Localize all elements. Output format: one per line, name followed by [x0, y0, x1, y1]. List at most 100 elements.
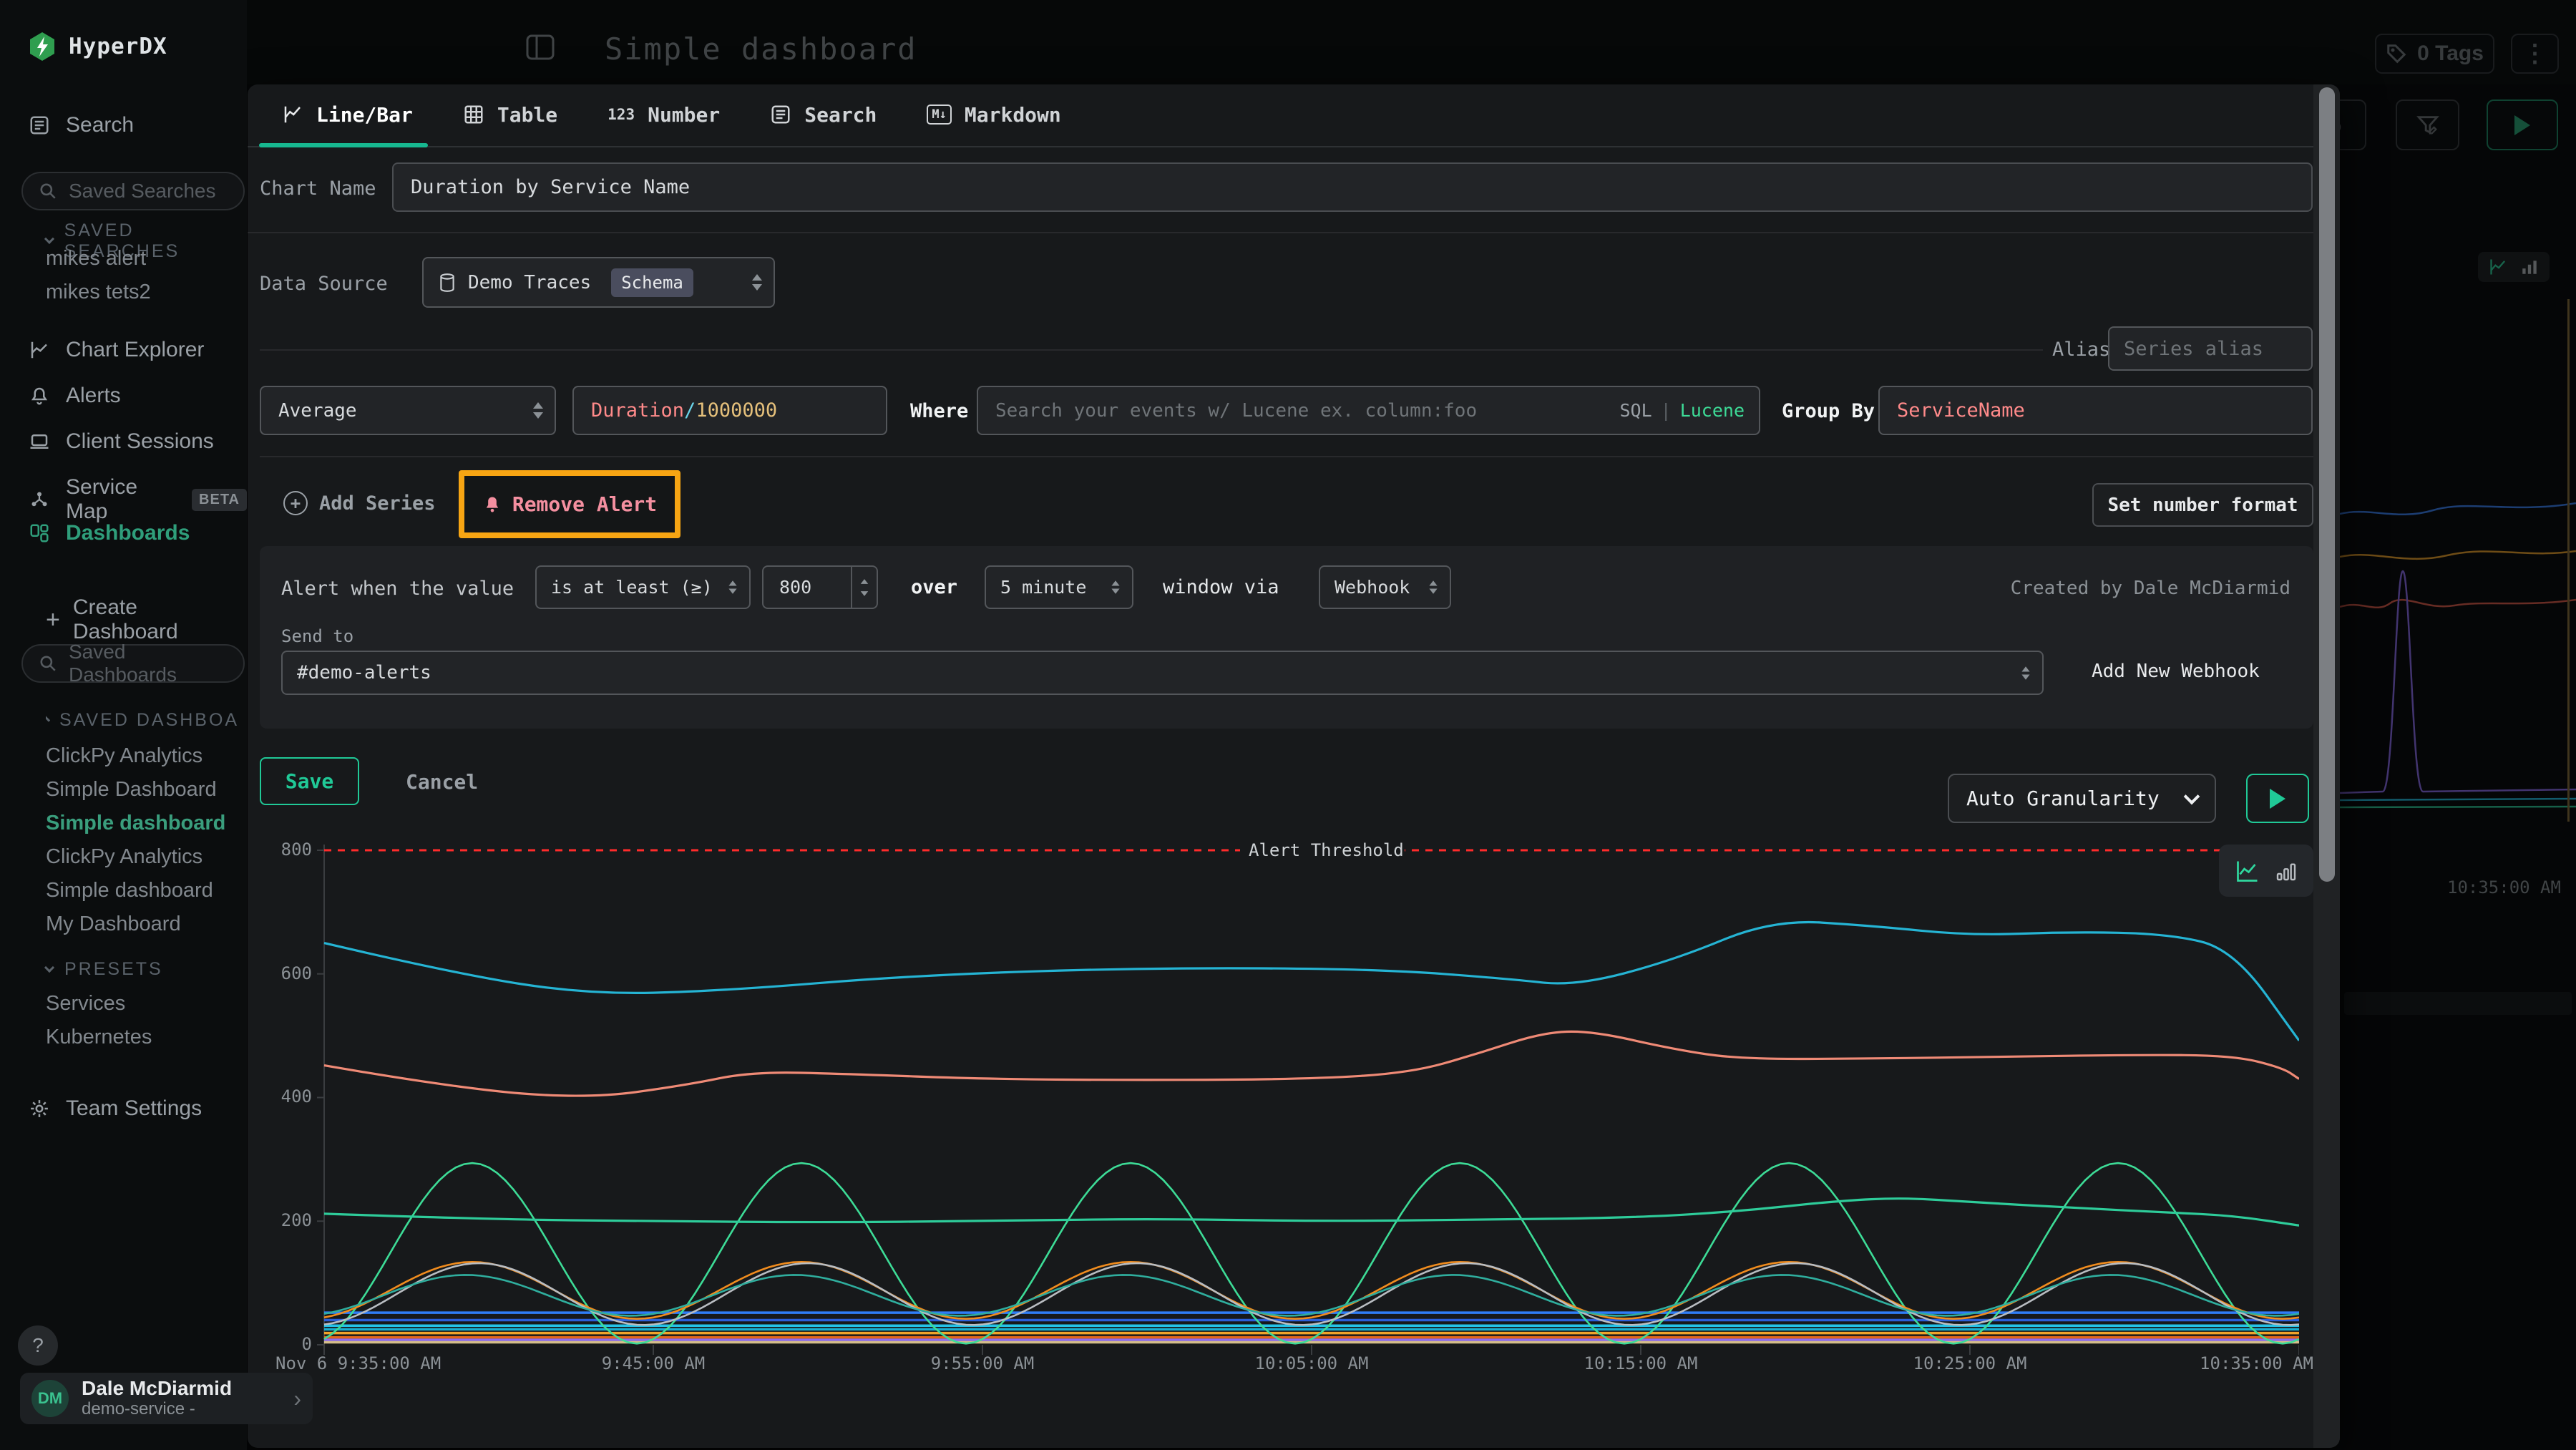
search-icon: [39, 654, 57, 673]
gear-icon: [29, 1098, 50, 1119]
background-chart-type-toggle[interactable]: [2478, 252, 2550, 282]
cancel-button[interactable]: Cancel: [406, 770, 478, 794]
help-button[interactable]: ?: [18, 1325, 58, 1366]
user-menu[interactable]: DM Dale McDiarmid demo-service - ›: [20, 1373, 313, 1424]
dashboard-item-active[interactable]: Simple dashboard: [46, 812, 225, 835]
aggregation-value: Average: [278, 400, 357, 422]
number-spinner[interactable]: [851, 567, 877, 608]
sidebar-item-dashboards[interactable]: Dashboards: [29, 521, 190, 545]
line-chart-icon: [282, 104, 303, 125]
dashboard-item[interactable]: ClickPy Analytics: [46, 744, 203, 768]
question-mark-icon: ?: [32, 1334, 44, 1357]
bell-icon: [482, 495, 502, 515]
laptop-icon: [29, 431, 50, 452]
send-to-value: #demo-alerts: [297, 662, 431, 683]
sidebar-item-search[interactable]: Search: [29, 113, 134, 137]
granularity-select[interactable]: Auto Granularity: [1948, 774, 2216, 823]
search-list-icon: [770, 104, 791, 125]
y-axis-tick: 400: [269, 1086, 312, 1106]
preset-item[interactable]: Services: [46, 992, 125, 1016]
tags-button[interactable]: 0 Tags: [2375, 34, 2494, 74]
bar-chart-icon: [2275, 860, 2298, 882]
tab-markdown[interactable]: M↓ Markdown: [927, 103, 1060, 127]
data-source-select[interactable]: Demo Traces Schema: [422, 257, 775, 308]
kebab-icon: ⋮: [2523, 39, 2547, 68]
run-chart-button[interactable]: [2246, 774, 2309, 823]
modal-scrollbar-track[interactable]: [2313, 84, 2340, 1448]
kebab-menu-button[interactable]: ⋮: [2511, 34, 2559, 74]
timeseries-chart[interactable]: Alert Threshold: [316, 837, 2299, 1357]
add-series-button[interactable]: + Add Series: [283, 491, 436, 515]
where-search-input[interactable]: SQL | Lucene: [977, 386, 1760, 435]
send-to-select[interactable]: #demo-alerts: [281, 651, 2044, 695]
x-axis-tick: 10:25:00 AM: [1891, 1353, 2049, 1373]
alert-channel-select[interactable]: Webhook: [1319, 565, 1451, 609]
dashboard-item[interactable]: ClickPy Analytics: [46, 845, 203, 869]
brand-logo[interactable]: HyperDX: [29, 31, 167, 62]
select-chevrons-icon: [752, 274, 762, 291]
dashboard-item[interactable]: Simple dashboard: [46, 879, 213, 902]
background-chart-line: [2567, 299, 2570, 822]
saved-dashboards-header[interactable]: SAVED DASHBOARDS: [46, 710, 238, 731]
sidebar-item-service-map[interactable]: Service Map BETA: [29, 475, 247, 524]
hyperdx-logo-icon: [29, 31, 56, 62]
sidebar: HyperDX Search Saved Searches SAVED SEAR…: [0, 0, 247, 1450]
search-icon: [39, 182, 57, 200]
sidebar-item-chart-explorer[interactable]: Chart Explorer: [29, 338, 204, 362]
save-button[interactable]: Save: [260, 757, 359, 805]
saved-search-item[interactable]: mikes tets2: [46, 281, 151, 304]
dashboard-item[interactable]: My Dashboard: [46, 913, 181, 936]
tab-search[interactable]: Search: [770, 103, 877, 127]
sidebar-collapse-icon[interactable]: [525, 33, 556, 62]
brand-name: HyperDX: [69, 34, 167, 59]
alias-input[interactable]: [2108, 326, 2313, 371]
sql-toggle[interactable]: SQL: [1619, 400, 1652, 421]
sidebar-item-alerts[interactable]: Alerts: [29, 384, 121, 408]
svg-text:Alert Threshold: Alert Threshold: [1249, 840, 1404, 860]
tab-number[interactable]: 123 Number: [608, 103, 720, 127]
sidebar-item-client-sessions[interactable]: Client Sessions: [29, 429, 214, 454]
alert-prefix-label: Alert when the value: [281, 578, 514, 600]
page-title: Simple dashboard: [605, 31, 917, 67]
line-chart-icon: [2235, 858, 2260, 884]
tab-line-bar[interactable]: Line/Bar: [282, 103, 413, 127]
saved-search-item[interactable]: mikes alert: [46, 247, 146, 271]
dashboard-item[interactable]: Simple Dashboard: [46, 778, 217, 802]
chart-type-tabs: Line/Bar Table 123 Number Search M↓ Mark…: [282, 94, 1061, 135]
create-dashboard-button[interactable]: + Create Dashboard: [46, 595, 247, 644]
number-123-icon: 123: [608, 106, 635, 123]
tabs-divider: [248, 146, 2313, 147]
field-expression-input[interactable]: Duration/1000000: [572, 386, 887, 435]
chart-display-toggle[interactable]: [2219, 845, 2313, 897]
select-chevrons-icon: [1429, 580, 1437, 593]
top-bar: Simple dashboard 0 Tags ⋮ ↻: [247, 0, 2576, 84]
select-chevrons-icon: [1111, 580, 1119, 593]
presets-header[interactable]: PRESETS: [46, 959, 163, 980]
alert-window-select[interactable]: 5 minute: [985, 565, 1133, 609]
alias-divider: [260, 349, 2043, 351]
chart-name-input[interactable]: [392, 162, 2313, 212]
group-by-label: Group By: [1782, 400, 1875, 422]
dashboards-icon: [29, 522, 50, 544]
select-chevrons-icon: [728, 580, 736, 593]
alert-threshold-input[interactable]: 800: [762, 565, 878, 609]
modal-scrollbar-thumb[interactable]: [2319, 87, 2335, 882]
preset-item[interactable]: Kubernetes: [46, 1026, 152, 1049]
user-name: Dale McDiarmid: [82, 1378, 232, 1399]
sidebar-item-team-settings[interactable]: Team Settings: [29, 1096, 202, 1121]
saved-dashboards-input[interactable]: Saved Dashboards: [21, 644, 245, 683]
avatar: DM: [31, 1380, 69, 1417]
set-number-format-button[interactable]: Set number format: [2092, 483, 2313, 527]
saved-searches-input[interactable]: Saved Searches: [21, 172, 245, 210]
schema-badge[interactable]: Schema: [611, 268, 693, 297]
remove-alert-button[interactable]: Remove Alert: [512, 492, 657, 516]
tab-table[interactable]: Table: [463, 103, 557, 127]
lucene-toggle[interactable]: Lucene: [1680, 400, 1745, 421]
group-by-input[interactable]: ServiceName: [1878, 386, 2313, 435]
add-new-webhook-button[interactable]: Add New Webhook: [2092, 661, 2260, 682]
alert-condition-select[interactable]: is at least (≥): [535, 565, 751, 609]
bell-icon: [29, 385, 50, 407]
chart-name-label: Chart Name: [260, 177, 376, 200]
threshold-value: 800: [763, 577, 811, 598]
aggregation-select[interactable]: Average: [260, 386, 556, 435]
